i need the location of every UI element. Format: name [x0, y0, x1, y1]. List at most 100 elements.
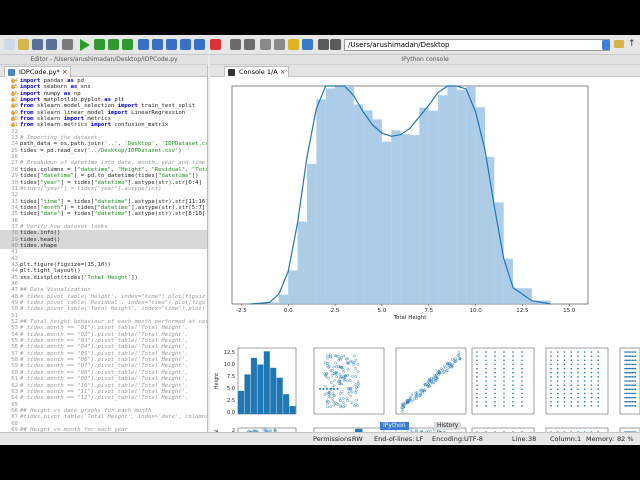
scatter-point [512, 388, 514, 391]
warning-icon[interactable] [11, 110, 15, 115]
scatter-point [503, 400, 505, 403]
code-editor[interactable]: 14import pandas as pd15import seaborn as… [0, 78, 207, 445]
scatter-point [634, 392, 637, 395]
scatter-point [556, 396, 559, 399]
preferences-icon[interactable] [260, 39, 271, 50]
close-icon[interactable]: × [280, 67, 286, 77]
scatter-point [630, 367, 632, 370]
scatter-point [597, 396, 600, 399]
maximize-pane-icon[interactable] [230, 39, 241, 50]
scatter-point [631, 359, 634, 362]
scatter-point [597, 400, 600, 403]
step-return-icon[interactable] [180, 39, 191, 50]
scatter-point [627, 355, 629, 357]
y-axis-label: Height [214, 373, 220, 390]
scatter-point [512, 380, 514, 382]
scatter-point [556, 392, 559, 395]
scatter-point [634, 405, 637, 407]
run-cell-advance-icon[interactable] [108, 39, 119, 50]
tools-icon[interactable] [274, 39, 285, 50]
scatter-point [333, 387, 335, 390]
histogram-bar [316, 99, 326, 304]
scatter-point [590, 384, 593, 386]
working-directory-input[interactable]: /Users/arushimadan/Desktop [344, 39, 610, 51]
scatter-point [590, 392, 593, 395]
scatter-point [521, 388, 523, 391]
run-cell-icon[interactable] [94, 39, 105, 50]
scatter-point [633, 384, 635, 386]
scatter-point [521, 405, 523, 407]
open-icon[interactable] [18, 39, 29, 50]
scatter-point [590, 359, 593, 362]
console-pane-title: IPython console [210, 55, 640, 65]
tab-label: Console 1/A [239, 68, 278, 76]
scatter-point [625, 388, 628, 391]
step-into-icon[interactable] [166, 39, 177, 50]
arrow-up-icon[interactable]: ↑ [628, 39, 636, 49]
scatter-point [476, 355, 478, 357]
warning-icon[interactable] [11, 79, 15, 83]
histogram-bar [419, 107, 429, 305]
terminal-icon [228, 69, 235, 76]
scatter-point [583, 359, 586, 362]
scatter-point [633, 371, 635, 374]
tab-ipython-console[interactable]: IPython console [380, 422, 409, 437]
scatter-point [577, 380, 579, 382]
back-icon[interactable] [318, 39, 329, 50]
debug-icon[interactable] [138, 39, 149, 50]
forward-icon[interactable] [330, 39, 341, 50]
scatter-point [577, 396, 579, 399]
tab-console[interactable]: Console 1/A × [224, 66, 289, 77]
scatter-point [633, 376, 635, 378]
settings-icon[interactable] [62, 39, 73, 50]
chevron-down-icon[interactable] [602, 40, 610, 50]
step-icon[interactable] [152, 39, 163, 50]
scatter-point [631, 384, 634, 386]
scatter-point [624, 405, 626, 407]
pairplot-panel [471, 347, 535, 415]
folder-icon[interactable] [614, 40, 624, 48]
fullscreen-icon[interactable] [244, 39, 255, 50]
warning-icon[interactable] [11, 98, 15, 103]
scatter-point [577, 359, 579, 362]
scatter-point [570, 405, 573, 407]
new-file-icon[interactable] [4, 39, 15, 50]
scatter-point [512, 396, 514, 399]
scatter-point [628, 351, 631, 353]
y-tick-label: 7.5 [227, 374, 235, 380]
scatter-point [628, 359, 631, 362]
close-icon[interactable]: × [62, 67, 68, 77]
stop-icon[interactable] [210, 39, 221, 50]
run-icon[interactable] [80, 39, 90, 51]
scatter-point [485, 392, 487, 395]
python-path-icon[interactable] [288, 39, 299, 50]
run-selection-icon[interactable] [122, 39, 133, 50]
scatter-point [625, 363, 628, 366]
tab-history-log[interactable]: History log [434, 422, 462, 437]
scatter-point [627, 367, 629, 370]
scatter-point [503, 405, 505, 407]
scatter-point [563, 355, 566, 357]
scatter-point [521, 367, 523, 370]
scatter-point [634, 351, 637, 353]
warning-icon[interactable] [11, 91, 15, 96]
scatter-point [476, 405, 478, 407]
python-icon[interactable] [302, 39, 313, 50]
scatter-point [577, 400, 579, 403]
scatter-point [630, 380, 632, 382]
scatter-point [521, 363, 523, 366]
memory-label: Memory: [586, 435, 615, 443]
continue-icon[interactable] [194, 39, 205, 50]
scatter-point [556, 363, 559, 366]
scatter-point [329, 387, 332, 390]
save-icon[interactable] [32, 39, 43, 50]
tab-idpcode[interactable]: IDPCode.py* × [4, 66, 71, 77]
scatter-point [503, 388, 505, 391]
scatter-point [570, 371, 573, 374]
scatter-point [597, 359, 600, 362]
scatter-point [590, 363, 593, 366]
scatter-point [550, 363, 552, 366]
save-all-icon[interactable] [46, 39, 57, 50]
scatter-point [597, 384, 600, 386]
histogram-bar [447, 86, 457, 304]
